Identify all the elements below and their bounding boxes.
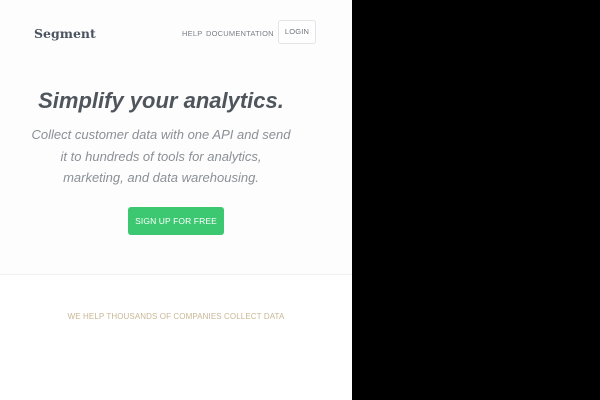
hero-headline: Simplify your analytics. <box>38 88 284 113</box>
subheadline-line: Collect customer data with one API and s… <box>31 127 291 142</box>
login-button[interactable]: LOGIN <box>278 20 316 44</box>
nav-help-link[interactable]: HELP <box>182 29 202 38</box>
subheadline-line: marketing, and data warehousing. <box>63 170 259 185</box>
hero-section: Segment HELP DOCUMENTATION LOGIN Simplif… <box>0 0 352 274</box>
page-viewport: Segment HELP DOCUMENTATION LOGIN Simplif… <box>0 0 352 400</box>
companies-tagline: WE HELP THOUSANDS OF COMPANIES COLLECT D… <box>67 312 285 321</box>
signup-button[interactable]: SIGN UP FOR FREE <box>128 207 224 235</box>
nav-documentation-link[interactable]: DOCUMENTATION <box>206 29 274 38</box>
empty-black-area <box>352 0 600 400</box>
segment-logo[interactable]: Segment <box>34 26 96 41</box>
section-divider <box>0 274 352 275</box>
subheadline-line: it to hundreds of tools for analytics, <box>60 149 262 164</box>
